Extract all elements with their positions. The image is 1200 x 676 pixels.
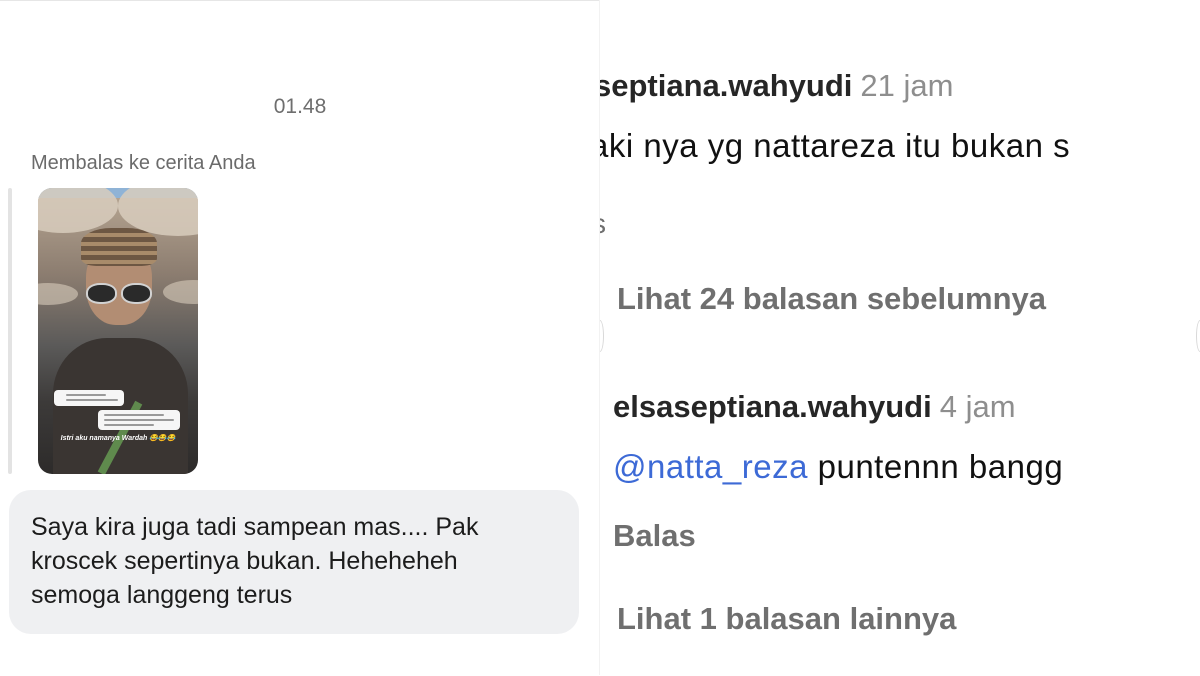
view-previous-replies-link[interactable]: Lihat 24 balasan sebelumnya [617,281,1046,317]
comment-header: septiana.wahyudi 21 jam [600,68,953,104]
story-person-body [53,338,188,474]
story-caption: Istri aku namanya Wardah 😂😂😂 [60,435,176,442]
comment-action-fragment[interactable]: s [600,208,606,240]
story-comment-card [54,390,124,406]
dm-panel: 01.48 Membalas ke cerita Anda Istri aku … [0,0,600,676]
story-canopy [38,188,118,233]
message-line: semoga langgeng terus [31,581,293,609]
user-mention-link[interactable]: @natta_reza [613,448,808,485]
comment-text: aki nya yg nattareza itu bukan s [600,127,1071,164]
message-line: Saya kira juga tadi sampean mas.... Pak [31,513,479,541]
message-bubble[interactable]: Saya kira juga tadi sampean mas.... Pak … [9,490,579,634]
comment-text: @natta_reza puntennn bangg [613,448,1064,485]
story-person-glasses [86,283,152,304]
comment-time: 21 jam [860,68,954,103]
comment-username[interactable]: elsaseptiana.wahyudi [613,389,932,424]
story-reply-card [98,410,180,430]
message-line: kroscek sepertinya bukan. Heheheheh [31,547,458,575]
story-thumbnail[interactable]: Istri aku namanya Wardah 😂😂😂 [38,188,198,474]
scroll-indicator [600,320,604,352]
story-canopy [163,280,198,304]
comment-header: elsaseptiana.wahyudi 4 jam [613,389,1016,425]
reply-button[interactable]: Balas [613,518,696,554]
message-timestamp: 01.48 [273,95,327,118]
story-person-cap [81,228,157,266]
reply-indicator-bar [8,188,12,474]
story-reply-label: Membalas ke cerita Anda [31,152,256,174]
comment-time: 4 jam [939,389,1016,424]
story-canopy [38,283,78,305]
comments-panel: septiana.wahyudi 21 jam aki nya yg nattar… [600,0,1200,675]
comment-username[interactable]: septiana.wahyudi [600,68,852,103]
scroll-indicator [1196,320,1200,352]
view-more-replies-link[interactable]: Lihat 1 balasan lainnya [617,601,956,637]
